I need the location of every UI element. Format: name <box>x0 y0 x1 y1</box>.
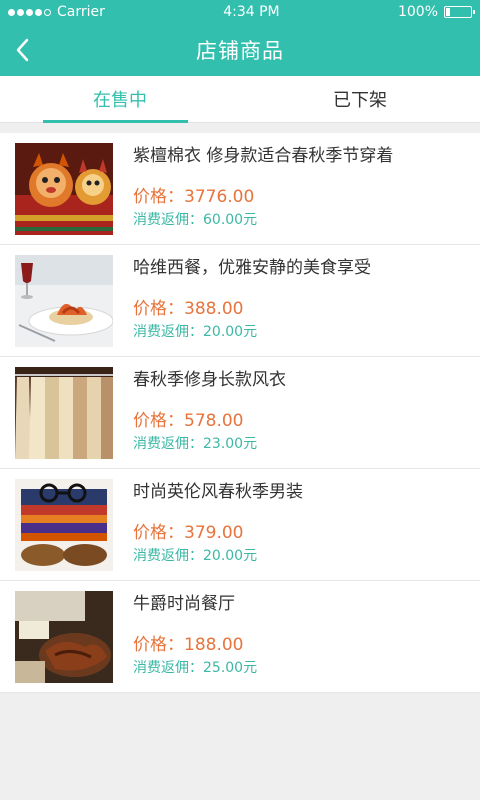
price-label: 价格： <box>133 186 184 207</box>
tab-on-sale-label: 在售中 <box>93 90 147 111</box>
status-bar: Carrier 4:34 PM 100% <box>0 0 480 24</box>
price-value: 3776.00 <box>184 186 255 207</box>
tab-active-indicator <box>43 120 188 123</box>
product-item[interactable]: 春秋季修身长款风衣 价格：578.00 消费返佣：23.00元 <box>0 357 480 469</box>
back-arrow-icon <box>16 38 29 62</box>
page-title: 店铺商品 <box>196 39 284 63</box>
product-name: 时尚英伦风春秋季男装 <box>133 481 303 502</box>
product-info: 哈维西餐，优雅安静的美食享受 价格：388.00 消费返佣：20.00元 <box>133 258 371 342</box>
nav-bar: 店铺商品 <box>0 24 480 76</box>
status-time: 4:34 PM <box>223 4 280 20</box>
product-name: 紫檀棉衣 修身款适合春秋季节穿着 <box>133 145 394 166</box>
rebate-label: 消费返佣： <box>133 547 203 564</box>
product-info: 牛爵时尚餐厅 价格：188.00 消费返佣：25.00元 <box>133 594 257 678</box>
price-label: 价格： <box>133 410 184 431</box>
product-item[interactable]: 哈维西餐，优雅安静的美食享受 价格：388.00 消费返佣：20.00元 <box>0 245 480 357</box>
price-value: 188.00 <box>184 634 244 655</box>
product-image <box>15 590 113 683</box>
product-price: 价格：388.00 <box>133 298 371 320</box>
price-value: 578.00 <box>184 410 244 431</box>
product-item[interactable]: 紫檀棉衣 修身款适合春秋季节穿着 价格：3776.00 消费返佣：60.00元 <box>0 133 480 245</box>
rebate-label: 消费返佣： <box>133 211 203 228</box>
rebate-value: 23.00元 <box>203 435 258 452</box>
product-image <box>15 254 113 347</box>
product-price: 价格：578.00 <box>133 410 286 432</box>
carrier-label: Carrier <box>57 4 105 20</box>
tab-bar: 在售中 已下架 <box>0 76 480 123</box>
product-image <box>15 366 113 459</box>
product-name: 哈维西餐，优雅安静的美食享受 <box>133 257 371 278</box>
product-price: 价格：188.00 <box>133 634 257 656</box>
product-price: 价格：379.00 <box>133 522 303 544</box>
product-image <box>15 478 113 571</box>
rebate-label: 消费返佣： <box>133 323 203 340</box>
price-label: 价格： <box>133 522 184 543</box>
product-rebate: 消费返佣：20.00元 <box>133 546 303 566</box>
header: Carrier 4:34 PM 100% 店铺商品 <box>0 0 480 76</box>
price-value: 379.00 <box>184 522 244 543</box>
battery-icon <box>444 6 475 18</box>
back-button[interactable] <box>12 36 36 64</box>
price-label: 价格： <box>133 298 184 319</box>
rebate-label: 消费返佣： <box>133 659 203 676</box>
product-name: 牛爵时尚餐厅 <box>133 593 235 614</box>
rebate-value: 25.00元 <box>203 659 258 676</box>
product-rebate: 消费返佣：20.00元 <box>133 322 371 342</box>
product-item[interactable]: 时尚英伦风春秋季男装 价格：379.00 消费返佣：20.00元 <box>0 469 480 581</box>
rebate-label: 消费返佣： <box>133 435 203 452</box>
price-label: 价格： <box>133 634 184 655</box>
product-rebate: 消费返佣：60.00元 <box>133 210 393 230</box>
rebate-value: 20.00元 <box>203 547 258 564</box>
rebate-value: 20.00元 <box>203 323 258 340</box>
price-value: 388.00 <box>184 298 244 319</box>
status-left: Carrier <box>8 4 105 20</box>
tab-off-shelf[interactable]: 已下架 <box>240 76 480 122</box>
product-name: 春秋季修身长款风衣 <box>133 369 286 390</box>
product-rebate: 消费返佣：23.00元 <box>133 434 286 454</box>
product-list: 紫檀棉衣 修身款适合春秋季节穿着 价格：3776.00 消费返佣：60.00元 <box>0 133 480 693</box>
battery-percent: 100% <box>397 4 438 20</box>
product-rebate: 消费返佣：25.00元 <box>133 658 257 678</box>
product-price: 价格：3776.00 <box>133 186 393 208</box>
product-item[interactable]: 牛爵时尚餐厅 价格：188.00 消费返佣：25.00元 <box>0 581 480 693</box>
product-info: 紫檀棉衣 修身款适合春秋季节穿着 价格：3776.00 消费返佣：60.00元 <box>133 146 393 230</box>
status-right: 100% <box>397 4 475 20</box>
rebate-value: 60.00元 <box>203 211 258 228</box>
product-info: 时尚英伦风春秋季男装 价格：379.00 消费返佣：20.00元 <box>133 482 303 566</box>
tab-on-sale[interactable]: 在售中 <box>0 76 240 123</box>
product-info: 春秋季修身长款风衣 价格：578.00 消费返佣：23.00元 <box>133 370 286 454</box>
signal-icon <box>8 8 51 16</box>
tab-off-shelf-label: 已下架 <box>333 90 387 111</box>
product-image <box>15 142 113 235</box>
